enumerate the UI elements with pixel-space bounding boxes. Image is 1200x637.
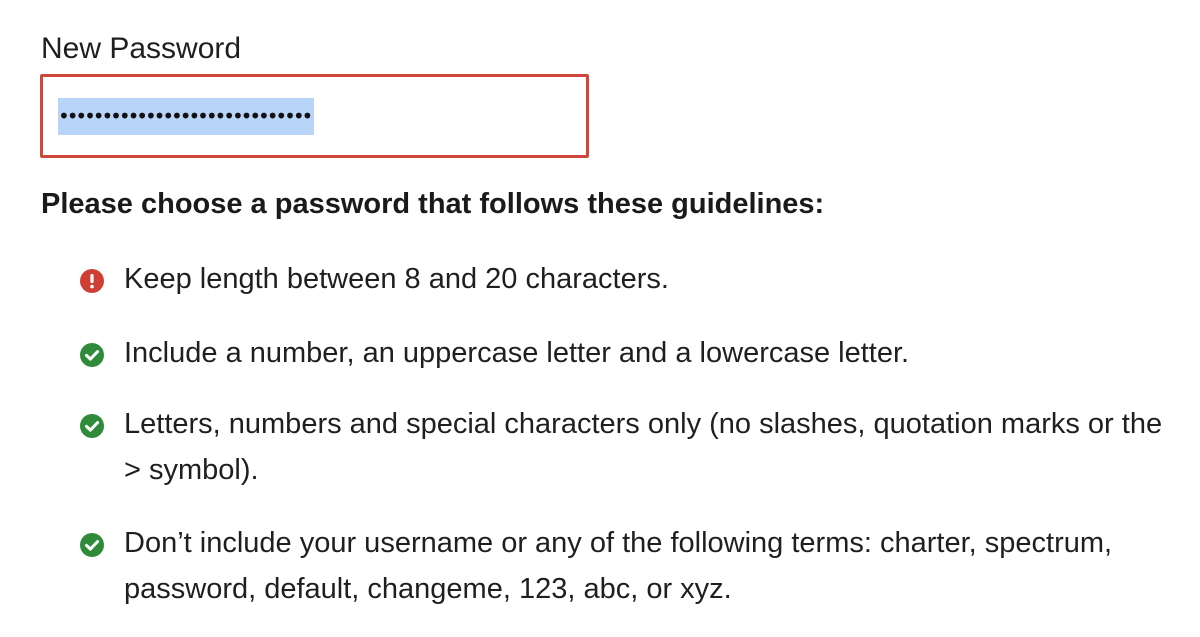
rule-allowed-characters: Letters, numbers and special characters …: [80, 408, 1180, 493]
checkmark-icon: [80, 343, 104, 367]
checkmark-icon: [80, 414, 104, 438]
exclamation-icon: [80, 269, 104, 293]
new-password-input[interactable]: •••••••••••••••••••••••••••••: [40, 74, 589, 158]
rule-allowed-characters-text: Letters, numbers and special characters …: [124, 408, 1163, 486]
new-password-label: New Password: [41, 32, 242, 65]
rule-length: Keep length between 8 and 20 characters.: [80, 263, 1180, 302]
rule-character-mix: Include a number, an uppercase letter an…: [80, 337, 1180, 376]
checkmark-icon: [80, 533, 104, 557]
rule-character-mix-text: Include a number, an uppercase letter an…: [124, 337, 910, 369]
rule-length-text: Keep length between 8 and 20 characters.: [124, 263, 669, 295]
rule-forbidden-terms: Don’t include your username or any of th…: [80, 527, 1180, 612]
rule-forbidden-terms-text: Don’t include your username or any of th…: [124, 527, 1113, 605]
password-masked-value[interactable]: •••••••••••••••••••••••••••••: [58, 97, 315, 135]
guidelines-heading: Please choose a password that follows th…: [41, 188, 825, 220]
